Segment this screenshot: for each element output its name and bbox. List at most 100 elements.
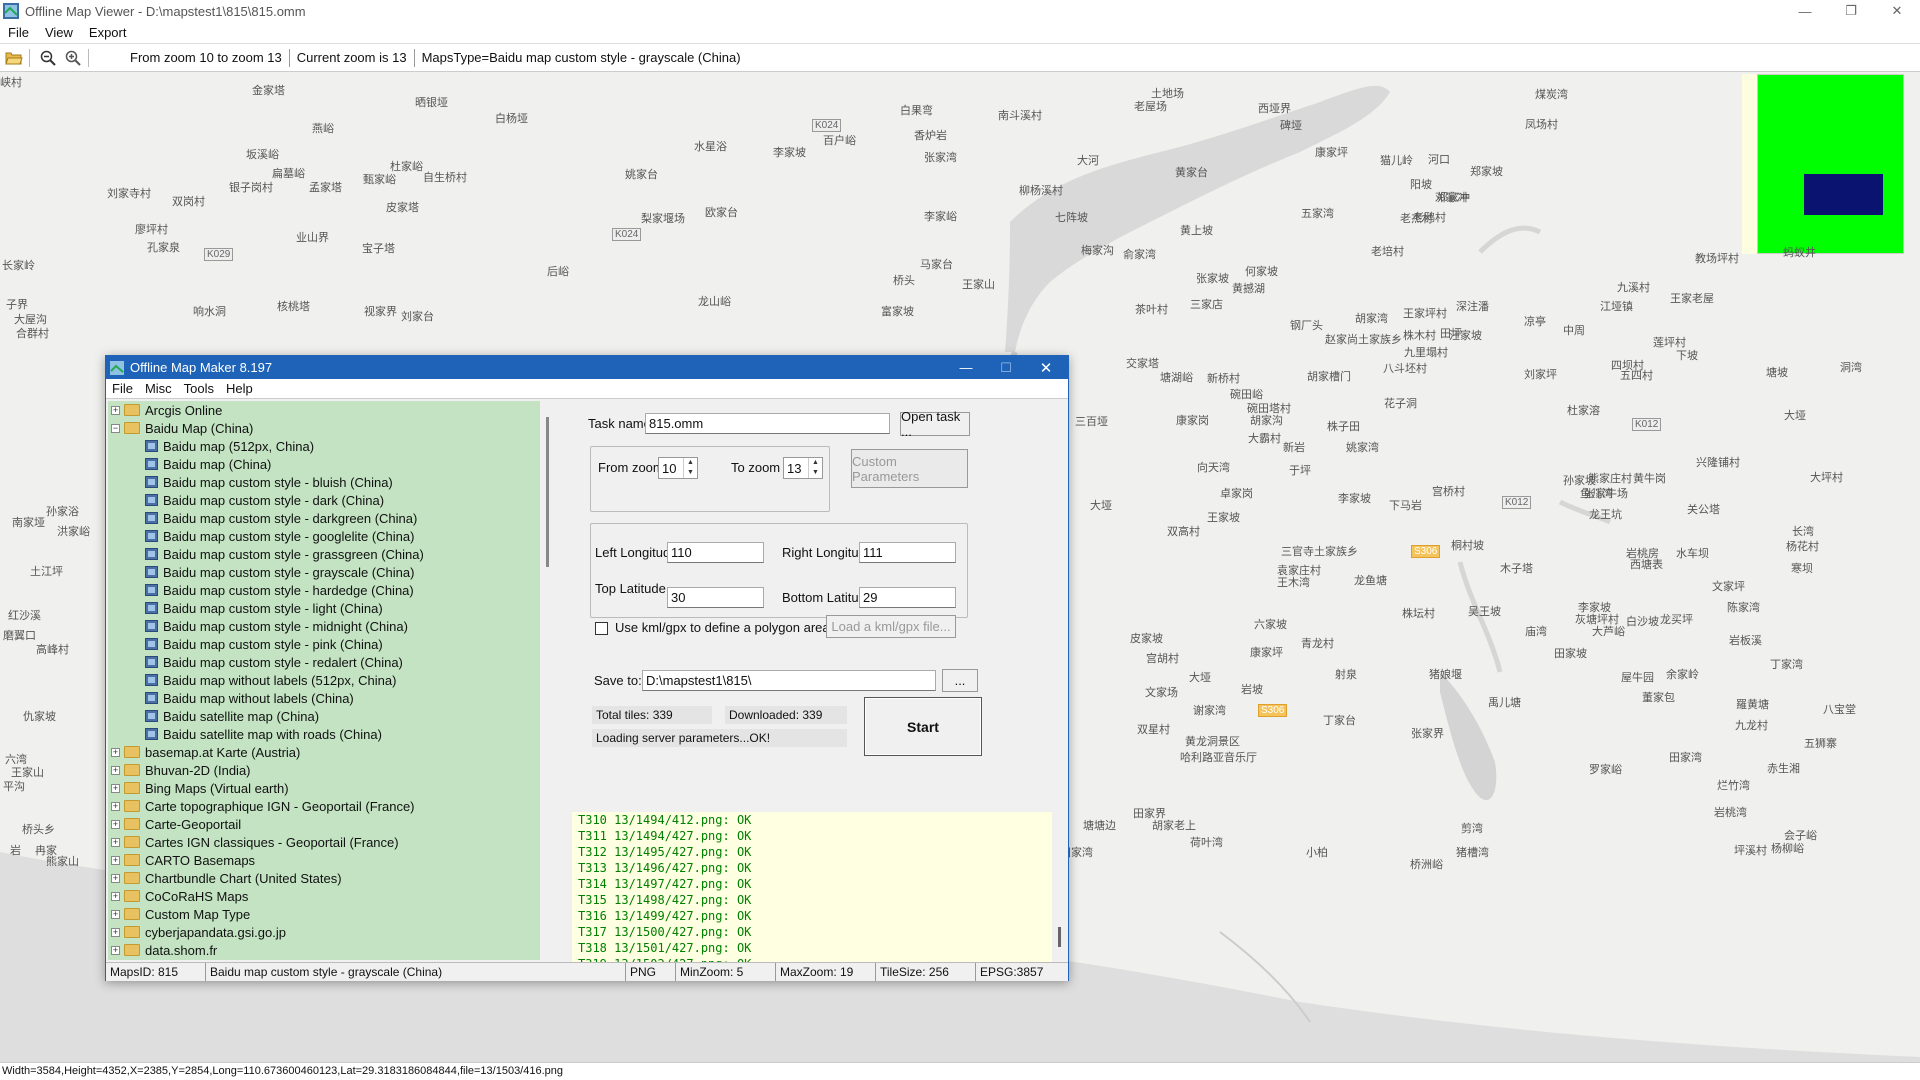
menu-file[interactable]: File bbox=[0, 25, 37, 40]
tree-folder-item[interactable]: + CoCoRaHS Maps bbox=[111, 887, 248, 905]
tree-map-item[interactable]: Baidu map custom style - googlelite (Chi… bbox=[145, 527, 414, 545]
download-log[interactable]: T310 13/1494/412.png: OK T311 13/1494/427… bbox=[572, 812, 1068, 973]
tree-map-item[interactable]: Baidu map without labels (512px, China) bbox=[145, 671, 396, 689]
use-kml-checkbox[interactable] bbox=[595, 622, 608, 635]
dlg-menu-help[interactable]: Help bbox=[220, 381, 259, 396]
zoom-out-button[interactable] bbox=[37, 47, 59, 69]
tree-map-item[interactable]: Baidu satellite map (China) bbox=[145, 707, 319, 725]
close-button[interactable]: ✕ bbox=[1874, 0, 1920, 22]
expand-icon[interactable]: + bbox=[111, 855, 120, 865]
task-name-input[interactable]: 815.omm bbox=[645, 413, 890, 434]
dialog-minimize-button[interactable]: — bbox=[946, 356, 986, 379]
tree-scroll-thumb[interactable] bbox=[546, 417, 549, 567]
expand-icon[interactable]: + bbox=[111, 783, 120, 793]
expand-icon[interactable]: + bbox=[111, 405, 120, 415]
collapse-icon[interactable]: − bbox=[111, 423, 120, 433]
dialog-maximize-button[interactable]: ☐ bbox=[986, 356, 1026, 379]
start-button[interactable]: Start bbox=[864, 697, 982, 756]
expand-icon[interactable]: + bbox=[111, 927, 120, 937]
left-longitude-input[interactable]: 110 bbox=[667, 542, 764, 563]
tree-scrollbar[interactable] bbox=[540, 401, 556, 960]
right-longitude-input[interactable]: 111 bbox=[859, 542, 956, 563]
tree-folder-item[interactable]: + Cartes IGN classiques - Geoportail (Fra… bbox=[111, 833, 399, 851]
browse-folder-button[interactable]: ... bbox=[942, 669, 978, 692]
tree-map-item[interactable]: Baidu map custom style - darkgreen (Chin… bbox=[145, 509, 417, 527]
main-statusbar: Width=3584,Height=4352,X=2385,Y=2854,Lon… bbox=[0, 1062, 1920, 1080]
maximize-button[interactable]: ❐ bbox=[1828, 0, 1874, 22]
spinner-arrows-icon[interactable]: ▲ ▼ bbox=[683, 458, 697, 478]
tree-item-label: cyberjapandata.gsi.go.jp bbox=[145, 924, 286, 940]
minimize-button[interactable]: — bbox=[1782, 0, 1828, 22]
map-place-label: 寒坝 bbox=[1791, 563, 1813, 575]
map-place-label: 七阵坡 bbox=[1055, 212, 1088, 224]
expand-icon[interactable]: + bbox=[111, 891, 120, 901]
tree-folder-item[interactable]: + Carte-Geoportail bbox=[111, 815, 241, 833]
map-place-label: 大垭 bbox=[1189, 672, 1211, 684]
log-scrollbar[interactable] bbox=[1052, 812, 1068, 973]
bottom-latitude-input[interactable]: 29 bbox=[859, 587, 956, 608]
tree-map-item[interactable]: Baidu map custom style - bluish (China) bbox=[145, 473, 393, 491]
log-scroll-thumb[interactable] bbox=[1058, 927, 1061, 947]
tree-item-label: Baidu map without labels (China) bbox=[163, 690, 354, 706]
tree-map-item[interactable]: Baidu map custom style - pink (China) bbox=[145, 635, 383, 653]
dlg-menu-tools[interactable]: Tools bbox=[178, 381, 220, 396]
overview-minimap[interactable] bbox=[1757, 74, 1904, 254]
expand-icon[interactable]: + bbox=[111, 873, 120, 883]
map-place-label: 卓家岗 bbox=[1220, 488, 1253, 500]
minimap-viewport[interactable] bbox=[1804, 174, 1883, 215]
expand-icon[interactable]: + bbox=[111, 945, 120, 955]
folder-open-icon bbox=[5, 52, 23, 64]
tree-map-item[interactable]: Baidu map without labels (China) bbox=[145, 689, 354, 707]
map-place-label: 岩 bbox=[10, 845, 21, 857]
menu-view[interactable]: View bbox=[37, 25, 81, 40]
tree-folder-item[interactable]: + cyberjapandata.gsi.go.jp bbox=[111, 923, 286, 941]
tree-map-item[interactable]: Baidu satellite map with roads (China) bbox=[145, 725, 382, 743]
tree-map-item[interactable]: Baidu map custom style - redalert (China… bbox=[145, 653, 403, 671]
menu-export[interactable]: Export bbox=[81, 25, 135, 40]
tree-folder-item[interactable]: + Carte topographique IGN - Geoportail (F… bbox=[111, 797, 415, 815]
tree-map-item[interactable]: Baidu map custom style - light (China) bbox=[145, 599, 383, 617]
tree-folder-item[interactable]: + Custom Map Type bbox=[111, 905, 250, 923]
zoom-in-button[interactable] bbox=[62, 47, 84, 69]
top-latitude-input[interactable]: 30 bbox=[667, 587, 764, 608]
dlg-menu-file[interactable]: File bbox=[106, 381, 139, 396]
expand-icon[interactable]: + bbox=[111, 837, 120, 847]
status-min-zoom: MinZoom: 5 bbox=[676, 963, 776, 981]
open-task-button[interactable]: Open task ... bbox=[900, 409, 970, 439]
tree-folder-item[interactable]: − Baidu Map (China) bbox=[111, 419, 253, 437]
map-place-label: 张家坡 bbox=[1196, 273, 1229, 285]
tree-item-label: Baidu map without labels (512px, China) bbox=[163, 672, 397, 688]
open-folder-button[interactable] bbox=[3, 47, 25, 69]
spinner-arrows-icon[interactable]: ▲ ▼ bbox=[808, 458, 822, 478]
tree-folder-item[interactable]: + Bhuvan-2D (India) bbox=[111, 761, 251, 779]
expand-icon[interactable]: + bbox=[111, 909, 120, 919]
custom-parameters-button[interactable]: Custom Parameters bbox=[851, 449, 968, 488]
expand-icon[interactable]: + bbox=[111, 765, 120, 775]
map-place-label: 关公塔 bbox=[1687, 504, 1720, 516]
tree-map-item[interactable]: Baidu map custom style - grassgreen (Chi… bbox=[145, 545, 424, 563]
map-type-tree[interactable]: + Arcgis Online − Baidu Map (China) Baidu ma… bbox=[108, 401, 556, 960]
expand-icon[interactable]: + bbox=[111, 801, 120, 811]
from-zoom-spinner[interactable]: 10 ▲ ▼ bbox=[658, 457, 698, 479]
expand-icon[interactable]: + bbox=[111, 747, 120, 757]
tree-folder-item[interactable]: + Chartbundle Chart (United States) bbox=[111, 869, 342, 887]
load-kml-button[interactable]: Load a kml/gpx file... bbox=[826, 615, 956, 638]
tree-folder-item[interactable]: + CARTO Basemaps bbox=[111, 851, 255, 869]
to-zoom-spinner[interactable]: 13 ▲ ▼ bbox=[783, 457, 823, 479]
tree-folder-item[interactable]: + basemap.at Karte (Austria) bbox=[111, 743, 300, 761]
expand-icon[interactable]: + bbox=[111, 819, 120, 829]
tree-folder-item[interactable]: + Bing Maps (Virtual earth) bbox=[111, 779, 289, 797]
tree-map-item[interactable]: Baidu map (512px, China) bbox=[145, 437, 314, 455]
map-place-label: 烂竹湾 bbox=[1717, 780, 1750, 792]
tree-map-item[interactable]: Baidu map custom style - dark (China) bbox=[145, 491, 384, 509]
dialog-close-button[interactable]: ✕ bbox=[1026, 356, 1066, 379]
tree-folder-item[interactable]: + Arcgis Online bbox=[111, 401, 222, 419]
map-place-label: 九里塌村 bbox=[1404, 347, 1448, 359]
save-to-input[interactable]: D:\mapstest1\815\ bbox=[642, 670, 936, 691]
dlg-menu-misc[interactable]: Misc bbox=[139, 381, 178, 396]
tree-folder-item[interactable]: + data.shom.fr bbox=[111, 941, 217, 959]
tree-map-item[interactable]: Baidu map custom style - grayscale (Chin… bbox=[145, 563, 414, 581]
tree-map-item[interactable]: Baidu map custom style - midnight (China… bbox=[145, 617, 408, 635]
tree-map-item[interactable]: Baidu map custom style - hardedge (China… bbox=[145, 581, 414, 599]
tree-map-item[interactable]: Baidu map (China) bbox=[145, 455, 271, 473]
